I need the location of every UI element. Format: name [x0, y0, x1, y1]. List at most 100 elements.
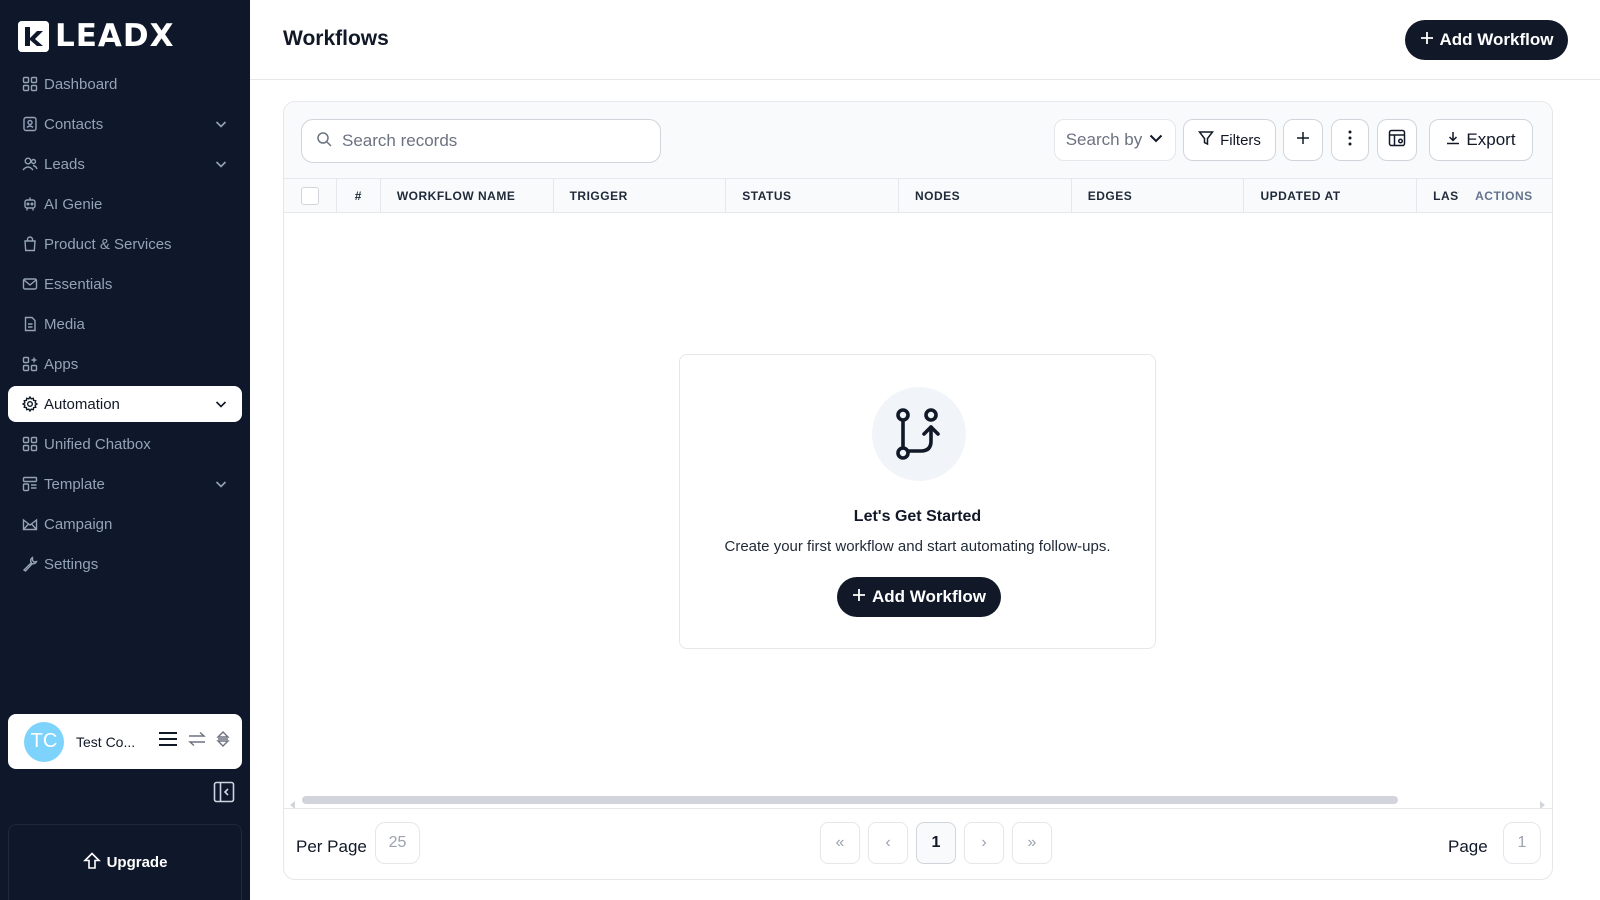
- user-name: Test Co...: [76, 733, 136, 750]
- chevron-down-icon: [214, 397, 228, 411]
- chevron-down-icon: [1148, 130, 1164, 151]
- next-page-button[interactable]: ›: [964, 822, 1004, 864]
- workflow-branch-icon: [872, 387, 966, 481]
- template-icon: [22, 476, 38, 492]
- sidebar-item-apps[interactable]: Apps: [8, 346, 242, 382]
- per-page-select[interactable]: 25: [375, 822, 420, 864]
- sidebar-item-media[interactable]: Media: [8, 306, 242, 342]
- column-header-nodes[interactable]: NODES: [899, 179, 1072, 213]
- scrollbar-thumb[interactable]: [302, 796, 1398, 804]
- empty-state-title: Let's Get Started: [853, 508, 982, 525]
- first-page-button[interactable]: «: [820, 822, 860, 864]
- sidebar-item-leads[interactable]: Leads: [8, 146, 242, 182]
- search-by-dropdown[interactable]: Search by: [1054, 119, 1176, 161]
- prev-page-button[interactable]: ‹: [868, 822, 908, 864]
- column-header-updated-at[interactable]: UPDATED AT: [1244, 179, 1418, 213]
- plus-icon: [852, 587, 866, 607]
- upgrade-arrow-icon: [82, 851, 101, 874]
- plus-icon: [1296, 131, 1310, 150]
- contact-card-icon: [22, 116, 38, 132]
- avatar: TC: [24, 721, 64, 762]
- search-box: [301, 119, 661, 163]
- chevron-up-down-icon[interactable]: [216, 730, 230, 753]
- user-actions: [158, 730, 230, 753]
- sidebar-item-label: Unified Chatbox: [44, 435, 151, 453]
- pagination: « ‹ 1 › »: [820, 822, 1052, 864]
- column-settings-button[interactable]: [1377, 119, 1417, 161]
- table-header: # WORKFLOW NAME TRIGGER STATUS NODES EDG…: [284, 179, 1552, 213]
- add-workflow-button[interactable]: Add Workflow: [1405, 20, 1568, 60]
- filters-button[interactable]: Filters: [1183, 119, 1276, 161]
- download-icon: [1446, 130, 1460, 150]
- sidebar-item-label: Apps: [44, 355, 79, 373]
- per-page-label: Per Page: [296, 837, 367, 856]
- add-workflow-label: Add Workflow: [1439, 30, 1554, 49]
- search-input[interactable]: [342, 131, 646, 151]
- page-title: Workflows: [283, 27, 389, 50]
- sidebar-item-template[interactable]: Template: [8, 466, 242, 502]
- sidebar-item-dashboard[interactable]: Dashboard: [8, 66, 242, 102]
- chevron-down-icon: [214, 477, 228, 491]
- column-header-workflow-name[interactable]: WORKFLOW NAME: [381, 179, 554, 213]
- wrench-icon: [22, 556, 38, 572]
- sidebar: LEADX Dashboard Contacts Leads AI Genie …: [0, 0, 250, 900]
- menu-icon[interactable]: [158, 730, 178, 753]
- upgrade-button[interactable]: Upgrade: [8, 824, 242, 900]
- horizontal-scrollbar[interactable]: [284, 792, 1552, 809]
- chevron-down-icon: [214, 117, 228, 131]
- page-label: Page: [1448, 837, 1488, 856]
- mail-icon: [22, 276, 38, 292]
- users-icon: [22, 156, 38, 172]
- sidebar-item-label: Product & Services: [44, 235, 172, 253]
- sidebar-item-label: Campaign: [44, 515, 113, 533]
- page-number-button[interactable]: 1: [916, 822, 956, 864]
- sidebar-item-label: Settings: [44, 555, 99, 573]
- search-icon: [316, 131, 332, 152]
- more-vertical-icon: [1348, 130, 1352, 151]
- filter-icon: [1198, 130, 1215, 150]
- column-header-index[interactable]: #: [337, 179, 381, 213]
- column-header-trigger[interactable]: TRIGGER: [554, 179, 727, 213]
- user-card[interactable]: TC Test Co...: [8, 714, 242, 769]
- sidebar-item-settings[interactable]: Settings: [8, 546, 242, 582]
- search-by-label: Search by: [1065, 130, 1143, 149]
- switch-arrows-icon[interactable]: [188, 731, 206, 752]
- sidebar-item-label: Automation: [44, 395, 120, 413]
- sidebar-collapse-icon[interactable]: [213, 781, 235, 803]
- sidebar-item-unified-chatbox[interactable]: Unified Chatbox: [8, 426, 242, 462]
- sidebar-item-label: Essentials: [44, 275, 113, 293]
- empty-state-description: Create your first workflow and start aut…: [724, 538, 1111, 555]
- sidebar-item-label: Contacts: [44, 115, 104, 133]
- sidebar-item-essentials[interactable]: Essentials: [8, 266, 242, 302]
- column-header-edges[interactable]: EDGES: [1072, 179, 1245, 213]
- plus-icon: [1420, 30, 1434, 50]
- sidebar-item-label: Dashboard: [44, 75, 118, 93]
- sidebar-nav: Dashboard Contacts Leads AI Genie Produc…: [8, 66, 242, 586]
- sidebar-item-label: Leads: [44, 155, 85, 173]
- sidebar-item-contacts[interactable]: Contacts: [8, 106, 242, 142]
- grid-icon: [22, 436, 38, 452]
- sidebar-item-automation[interactable]: Automation: [8, 386, 242, 422]
- more-options-button[interactable]: [1331, 119, 1369, 161]
- sidebar-item-ai-genie[interactable]: AI Genie: [8, 186, 242, 222]
- apps-icon: [22, 356, 38, 372]
- empty-state-button-label: Add Workflow: [872, 587, 986, 606]
- empty-state-add-workflow-button[interactable]: Add Workflow: [837, 577, 1001, 617]
- sidebar-item-product-services[interactable]: Product & Services: [8, 226, 242, 262]
- table-footer: Per Page 25 « ‹ 1 › » Page 1: [284, 808, 1552, 879]
- logo[interactable]: LEADX: [18, 20, 175, 52]
- page-input[interactable]: 1: [1503, 822, 1541, 864]
- export-label: Export: [1466, 130, 1516, 149]
- column-header-last[interactable]: LAST: [1417, 179, 1459, 213]
- table-toolbar: Search by Filters: [284, 102, 1552, 179]
- add-column-button[interactable]: [1283, 119, 1323, 161]
- sidebar-item-campaign[interactable]: Campaign: [8, 506, 242, 542]
- upgrade-label: Upgrade: [106, 854, 168, 871]
- column-header-status[interactable]: STATUS: [726, 179, 900, 213]
- export-button[interactable]: Export: [1429, 119, 1533, 161]
- last-page-button[interactable]: »: [1012, 822, 1052, 864]
- select-all-checkbox[interactable]: [301, 187, 319, 205]
- filters-label: Filters: [1220, 131, 1261, 149]
- gear-icon: [22, 396, 38, 412]
- empty-state: Let's Get Started Create your first work…: [679, 354, 1156, 649]
